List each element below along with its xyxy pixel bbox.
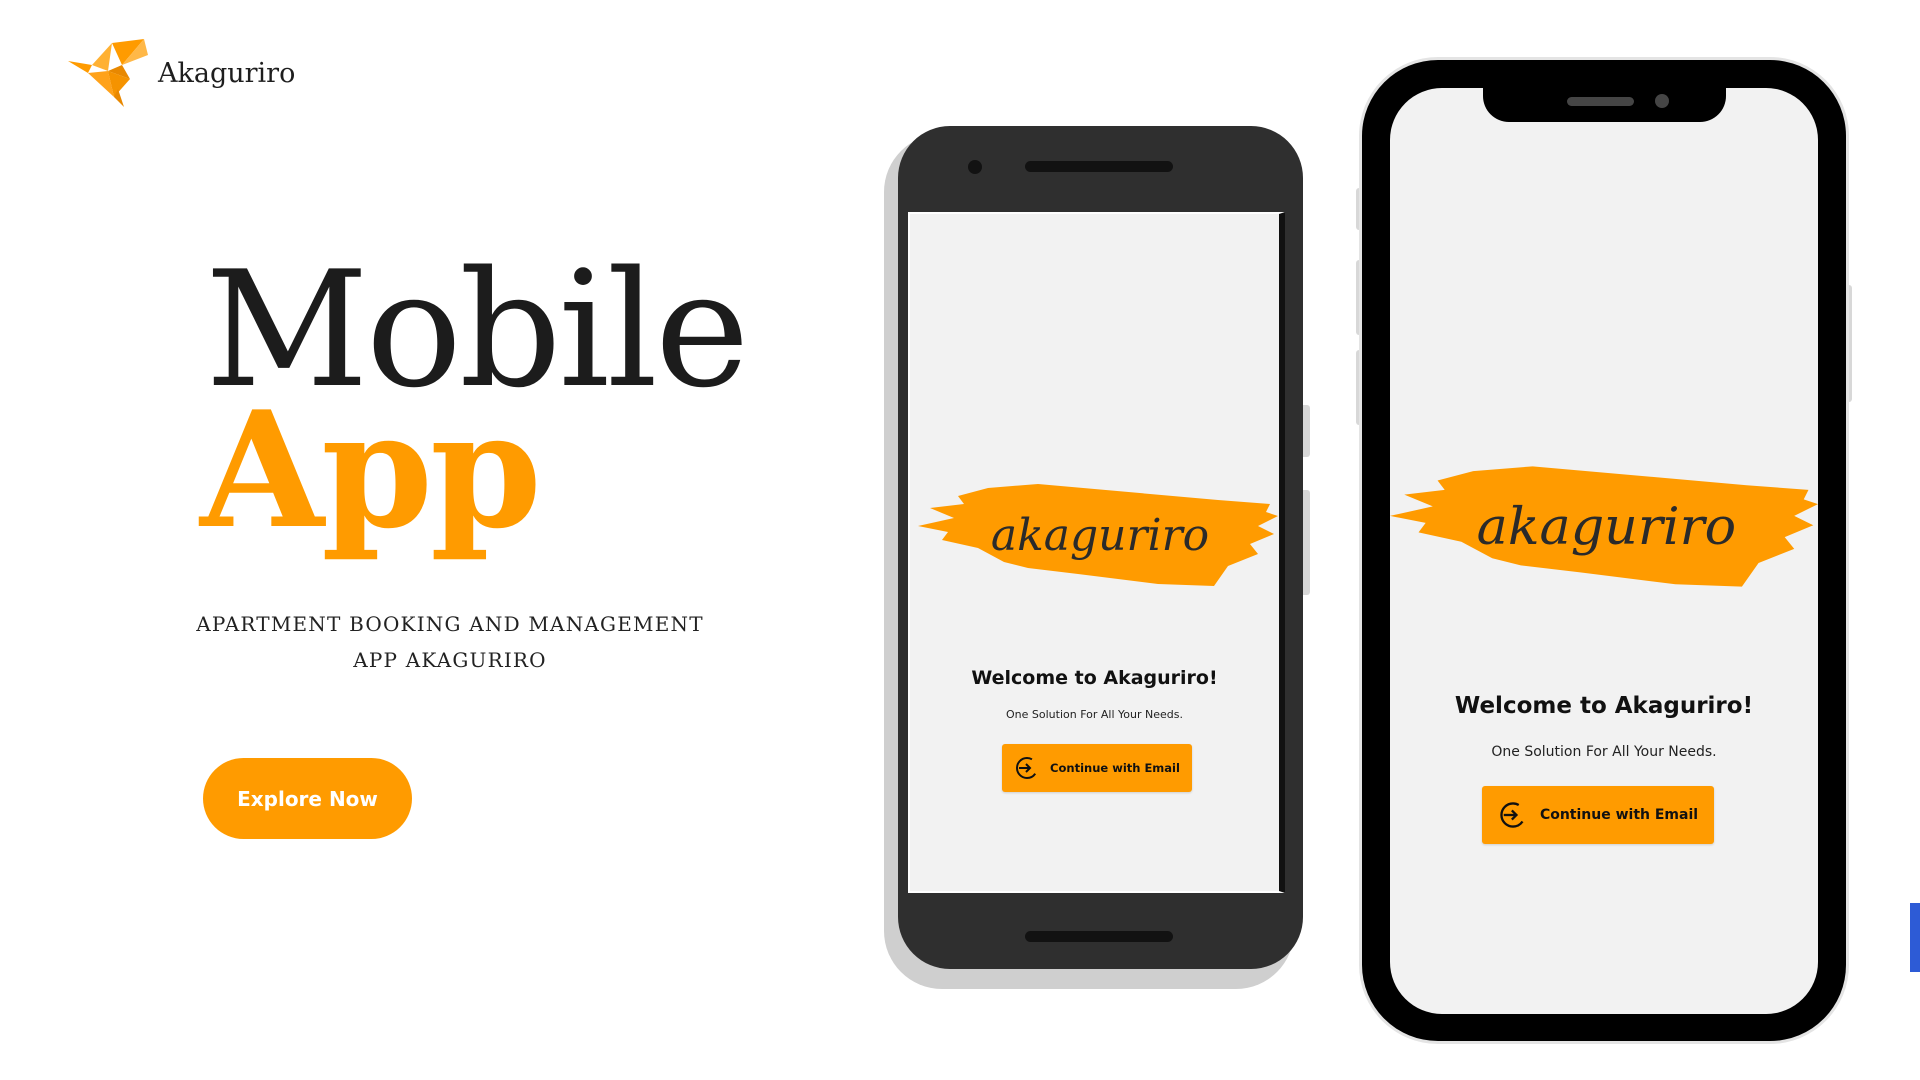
- iphone-side-button: [1846, 285, 1852, 402]
- hero-subtitle: APARTMENT BOOKING AND MANAGEMENT APP AKA…: [190, 606, 710, 678]
- android-screen: akaguriro Welcome to Akaguriro! One Solu…: [908, 212, 1285, 893]
- brush-stroke-logo: akaguriro: [918, 484, 1278, 586]
- akaguriro-logo: akaguriro: [1390, 464, 1818, 596]
- android-side-button: [1303, 405, 1310, 457]
- android-side-button: [1303, 490, 1310, 595]
- iphone-camera: [1655, 94, 1669, 108]
- origami-bird-icon: [68, 39, 148, 107]
- tagline-text: One Solution For All Your Needs.: [1006, 708, 1183, 721]
- login-arrow-icon: [1500, 802, 1526, 828]
- subtitle-line1: APARTMENT BOOKING AND MANAGEMENT: [196, 612, 704, 636]
- continue-with-email-label: Continue with Email: [1050, 761, 1180, 775]
- tagline-text: One Solution For All Your Needs.: [1491, 744, 1717, 760]
- akaguriro-logo: akaguriro: [918, 482, 1278, 594]
- edge-accent-tab: [1910, 903, 1920, 972]
- iphone-screen: akaguriro Welcome to Akaguriro! One Solu…: [1390, 88, 1818, 1014]
- brush-stroke-logo: akaguriro: [1390, 466, 1818, 587]
- logo-text: akaguriro: [1477, 497, 1736, 557]
- android-speaker: [1025, 161, 1173, 172]
- subtitle-line2: APP AKAGURIRO: [353, 648, 547, 672]
- brand-header: Akaguriro: [68, 38, 295, 108]
- continue-with-email-button[interactable]: Continue with Email: [1002, 744, 1192, 792]
- continue-with-email-button[interactable]: Continue with Email: [1482, 786, 1714, 844]
- android-bottom-bar: [1025, 931, 1173, 942]
- continue-with-email-label: Continue with Email: [1539, 807, 1699, 823]
- explore-now-button[interactable]: Explore Now: [203, 758, 412, 839]
- welcome-heading: Welcome to Akaguriro!: [971, 667, 1218, 689]
- android-camera: [968, 160, 982, 174]
- login-arrow-icon: [1016, 757, 1039, 779]
- welcome-heading: Welcome to Akaguriro!: [1454, 693, 1754, 719]
- brand-name: Akaguriro: [158, 57, 296, 89]
- logo-text: akaguriro: [991, 510, 1209, 561]
- iphone-speaker: [1567, 97, 1634, 106]
- hero-title-line2: App: [200, 376, 542, 564]
